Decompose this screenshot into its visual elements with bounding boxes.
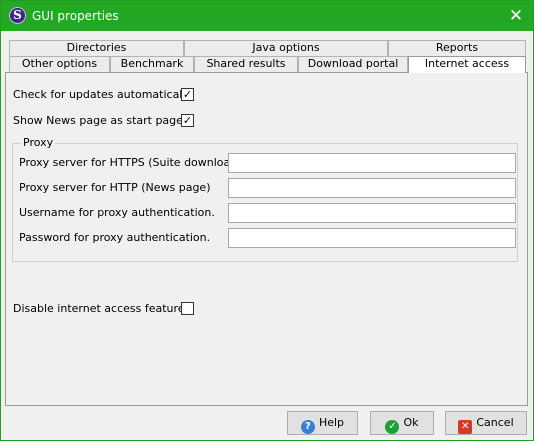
close-icon[interactable]: ✕: [499, 1, 533, 31]
password-input[interactable]: [228, 228, 516, 248]
disable-internet-checkbox[interactable]: [181, 302, 194, 315]
window-title: GUI properties: [32, 9, 119, 23]
app-icon: S: [9, 7, 26, 24]
title-bar[interactable]: S GUI properties ✕: [1, 1, 533, 31]
tab-internet-access[interactable]: Internet access: [408, 56, 526, 73]
news-start-label: Show News page as start page: [13, 114, 183, 127]
dialog-client-area: Directories Java options Reports Other o…: [1, 31, 533, 440]
news-start-checkbox[interactable]: ✓: [181, 114, 194, 127]
username-label: Username for proxy authentication.: [19, 206, 215, 219]
check-updates-label: Check for updates automatically: [13, 88, 192, 101]
tab-shared-results[interactable]: Shared results: [194, 56, 298, 72]
https-proxy-input[interactable]: [228, 153, 516, 173]
proxy-group-title: Proxy: [21, 136, 56, 149]
cancel-button[interactable]: ✕ Cancel: [445, 411, 527, 435]
ok-button[interactable]: ✓ Ok: [370, 411, 434, 435]
internet-access-panel: Check for updates automatically ✓ Show N…: [5, 72, 528, 406]
ok-button-label: Ok: [403, 416, 419, 429]
tab-reports[interactable]: Reports: [388, 40, 526, 56]
ok-check-icon: ✓: [385, 420, 400, 434]
http-proxy-input[interactable]: [228, 178, 516, 198]
https-proxy-label: Proxy server for HTTPS (Suite download): [19, 156, 242, 169]
gui-properties-window: S GUI properties ✕ Directories Java opti…: [0, 0, 534, 441]
cancel-button-label: Cancel: [476, 416, 514, 429]
username-input[interactable]: [228, 203, 516, 223]
help-button-label: Help: [318, 416, 345, 429]
help-button[interactable]: ? Help: [287, 411, 358, 435]
tab-download-portal[interactable]: Download portal: [298, 56, 408, 72]
tab-benchmark[interactable]: Benchmark: [110, 56, 194, 72]
disable-internet-label: Disable internet access features: [13, 302, 191, 315]
cancel-x-icon: ✕: [458, 420, 473, 434]
check-updates-checkbox[interactable]: ✓: [181, 88, 194, 101]
http-proxy-label: Proxy server for HTTP (News page): [19, 181, 211, 194]
tab-java-options[interactable]: Java options: [184, 40, 388, 56]
tab-directories[interactable]: Directories: [9, 40, 184, 56]
password-label: Password for proxy authentication.: [19, 231, 211, 244]
proxy-groupbox: Proxy Proxy server for HTTPS (Suite down…: [12, 136, 518, 262]
help-icon: ?: [300, 420, 315, 434]
tab-other-options[interactable]: Other options: [9, 56, 110, 72]
